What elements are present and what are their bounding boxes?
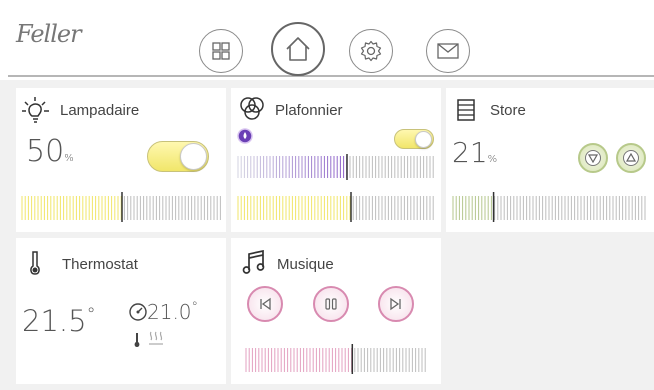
skip-forward-icon	[390, 297, 401, 311]
chevron-up-icon	[626, 153, 636, 162]
gear-icon	[360, 40, 382, 62]
header-bar: Feller	[0, 0, 654, 80]
musique-card: Musique	[231, 238, 441, 384]
store-position-slider[interactable]	[452, 192, 650, 222]
store-value: 21%	[452, 136, 498, 169]
heating-icon	[149, 331, 163, 345]
volume-ticks	[245, 344, 426, 374]
color-ticks	[237, 154, 434, 180]
setpoint-gauge-icon	[129, 303, 147, 321]
bulb-icon	[22, 97, 49, 123]
plafonnier-title: Plafonnier	[275, 102, 343, 119]
thermometer-small-icon	[134, 333, 140, 347]
grid-nav-button[interactable]	[199, 29, 243, 73]
previous-track-button[interactable]	[247, 286, 283, 322]
chevron-down-icon	[588, 154, 598, 163]
lampadaire-dimmer-slider[interactable]	[21, 192, 223, 222]
thermostat-card: Thermostat 21.5° 21.0°	[16, 238, 226, 384]
thermometer-icon	[30, 251, 40, 275]
home-nav-button[interactable]	[271, 22, 325, 76]
dimmer-ticks	[21, 192, 221, 222]
plafonnier-dimmer-slider[interactable]	[237, 192, 437, 222]
lampadaire-toggle[interactable]	[147, 141, 209, 172]
blinds-icon	[457, 99, 475, 121]
toggle-knob	[180, 143, 207, 170]
pause-button[interactable]	[313, 286, 349, 322]
lampadaire-card: Lampadaire 50%	[16, 88, 226, 232]
color-circles-icon	[240, 97, 264, 120]
dimmer-ticks	[237, 192, 434, 222]
lampadaire-value: 50%	[26, 134, 74, 169]
volume-slider[interactable]	[245, 344, 430, 374]
next-track-button[interactable]	[378, 286, 414, 322]
skip-back-icon	[260, 297, 271, 311]
mail-icon	[437, 43, 459, 59]
plafonnier-card: Plafonnier	[231, 88, 441, 232]
store-up-button[interactable]	[616, 143, 646, 173]
thermostat-current-temp: 21.5°	[22, 304, 96, 338]
grid-icon	[212, 42, 230, 60]
position-ticks	[452, 192, 646, 222]
thermostat-title: Thermostat	[62, 256, 138, 273]
toggle-knob	[415, 131, 432, 148]
plafonnier-toggle[interactable]	[394, 129, 434, 149]
plafonnier-color-slider[interactable]	[237, 154, 437, 180]
thermostat-setpoint: 21.0°	[147, 300, 199, 324]
store-down-button[interactable]	[578, 143, 608, 173]
store-card: Store 21%	[446, 88, 654, 232]
musique-title: Musique	[277, 256, 334, 273]
music-note-icon	[242, 250, 265, 274]
color-picker-icon[interactable]	[237, 128, 253, 144]
lampadaire-title: Lampadaire	[60, 102, 140, 119]
pause-icon	[325, 298, 337, 310]
settings-nav-button[interactable]	[349, 29, 393, 73]
feller-logo: Feller	[16, 20, 82, 48]
store-title: Store	[490, 102, 526, 119]
header-divider	[8, 75, 654, 77]
home-icon	[286, 37, 310, 61]
messages-nav-button[interactable]	[426, 29, 470, 73]
